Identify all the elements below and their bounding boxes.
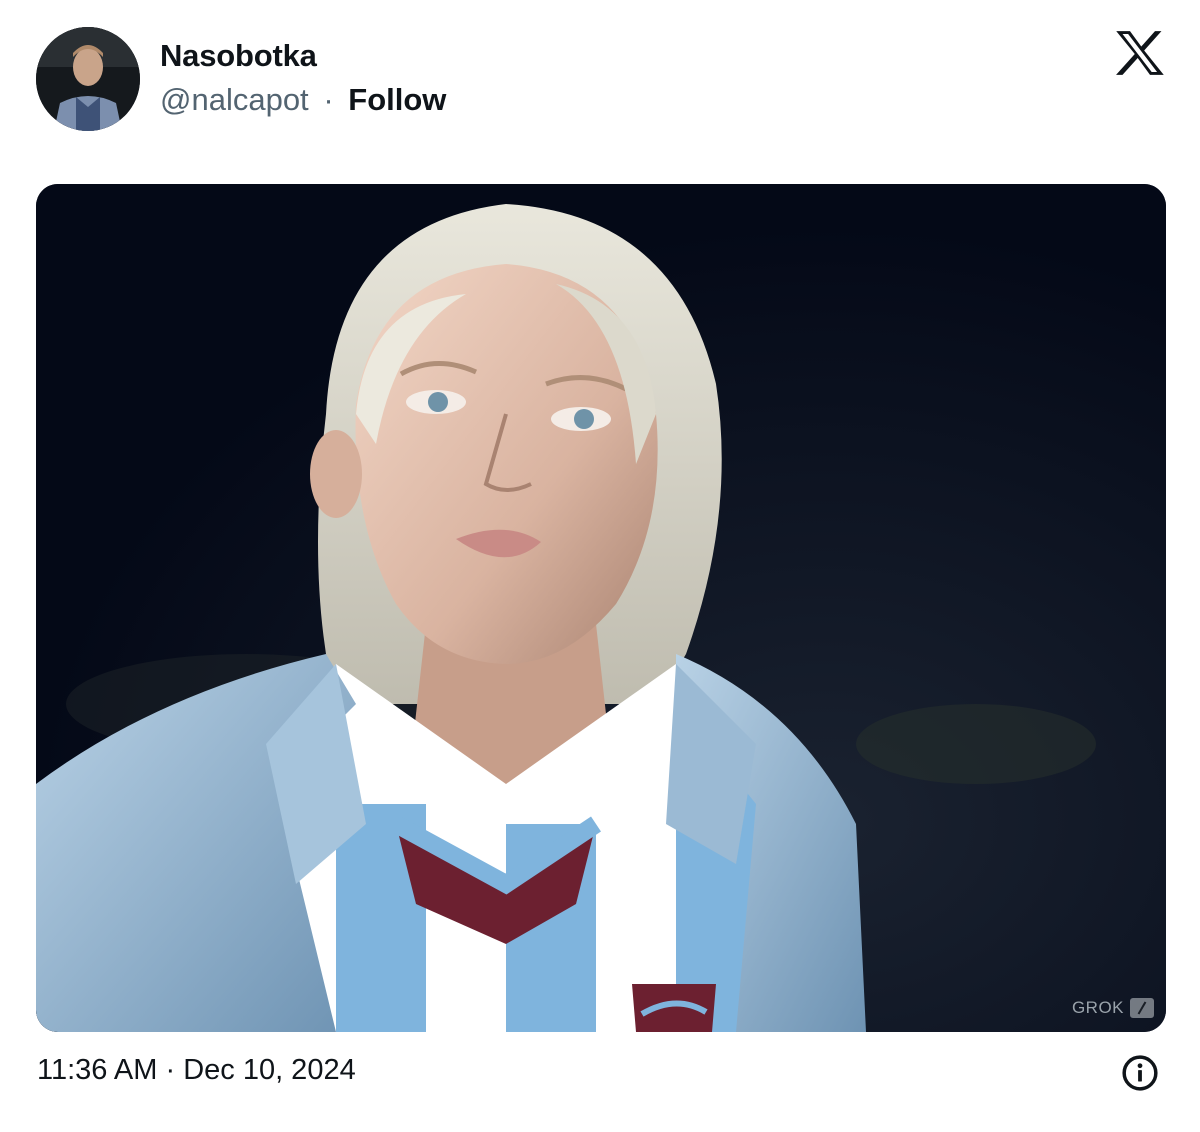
tweet-embed: Nasobotka @nalcapot · Follow GROK 11:36 … — [0, 0, 1200, 1132]
tweet-time: 11:36 AM — [37, 1054, 158, 1086]
follow-button[interactable]: Follow — [348, 82, 446, 117]
separator-dot: · — [323, 82, 334, 117]
info-icon[interactable] — [1121, 1054, 1159, 1092]
x-logo-icon[interactable] — [1115, 30, 1165, 76]
avatar[interactable] — [36, 27, 140, 131]
author-meta: @nalcapot · Follow — [160, 82, 446, 118]
author-handle[interactable]: @nalcapot — [160, 82, 309, 117]
media-photo — [36, 184, 1166, 1032]
watermark-label: GROK — [1071, 998, 1124, 1017]
separator-dot: · — [165, 1054, 176, 1086]
tweet-date: Dec 10, 2024 — [183, 1054, 356, 1086]
author-name[interactable]: Nasobotka — [160, 38, 317, 74]
grok-watermark: GROK — [1072, 998, 1154, 1018]
edit-icon — [1130, 998, 1154, 1018]
avatar-image — [36, 27, 140, 131]
tweet-timestamp[interactable]: 11:36 AM · Dec 10, 2024 — [37, 1054, 356, 1087]
tweet-media[interactable]: GROK — [36, 184, 1166, 1032]
